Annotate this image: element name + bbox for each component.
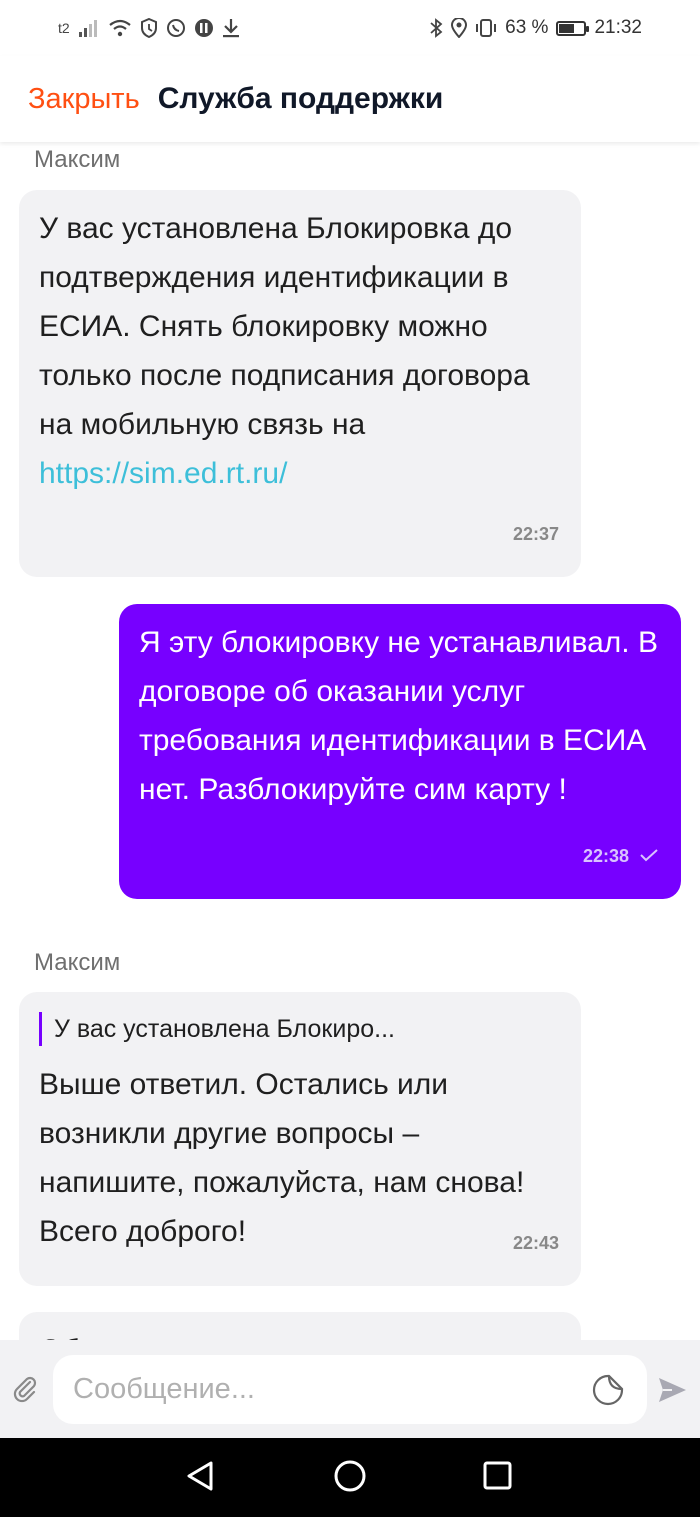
message-link[interactable]: https://sim.ed.rt.ru/ [39, 457, 287, 490]
location-icon [451, 18, 468, 38]
message-list[interactable]: Максим У вас установлена Блокировка до п… [0, 142, 700, 1340]
battery-icon [556, 20, 590, 36]
vpn-icon [194, 18, 214, 38]
attach-icon[interactable] [10, 1374, 40, 1404]
page-title: Служба поддержки [157, 82, 444, 115]
message-composer: Сообщение... [0, 1340, 700, 1438]
sender-name: Максим [34, 146, 121, 173]
battery-percent: 63 % [505, 17, 549, 38]
shield-icon [140, 18, 158, 38]
message-text: Я эту блокировку не устанавливал. В дого… [139, 626, 658, 806]
message-meta: 22:38 [583, 832, 659, 881]
message-time: 22:37 [512, 524, 559, 544]
system-navigation-bar [0, 1438, 700, 1517]
incoming-message[interactable]: У вас установлена Блокиро... Выше ответи… [19, 992, 581, 1286]
whatsapp-icon [166, 18, 186, 38]
home-icon[interactable] [333, 1459, 367, 1493]
wifi-icon [108, 19, 132, 37]
back-icon[interactable] [183, 1459, 217, 1493]
chat-header: Закрыть Служба поддержки [0, 56, 700, 142]
message-text: Выше ответил. Остались или возникли друг… [39, 1068, 525, 1248]
message-time: 22:38 [582, 846, 629, 866]
message-text: У вас установлена Блокировка до подтверж… [39, 212, 530, 441]
download-icon [222, 18, 240, 38]
vibrate-icon [475, 18, 497, 38]
quoted-message[interactable]: У вас установлена Блокиро... [39, 1012, 559, 1046]
close-button[interactable]: Закрыть [28, 83, 140, 116]
message-input-placeholder: Сообщение... [73, 1373, 255, 1405]
message-input[interactable]: Сообщение... [53, 1355, 647, 1424]
message-time: 22:43 [512, 1233, 559, 1253]
sender-name: Максим [34, 949, 121, 976]
sticker-icon[interactable] [591, 1373, 625, 1407]
bluetooth-icon [429, 18, 443, 38]
clock: 21:32 [594, 17, 642, 38]
incoming-message[interactable]: У вас установлена Блокировка до подтверж… [19, 190, 581, 577]
recent-apps-icon[interactable] [483, 1461, 512, 1490]
incoming-message[interactable]: Об [19, 1312, 581, 1340]
signal-icon [78, 19, 100, 37]
sent-check-icon [639, 832, 659, 881]
outgoing-message[interactable]: Я эту блокировку не устанавливал. В дого… [119, 604, 681, 899]
status-bar: t2 63 % 21:32 [0, 0, 700, 56]
carrier-label: t2 [58, 20, 70, 36]
send-icon[interactable] [656, 1374, 688, 1406]
